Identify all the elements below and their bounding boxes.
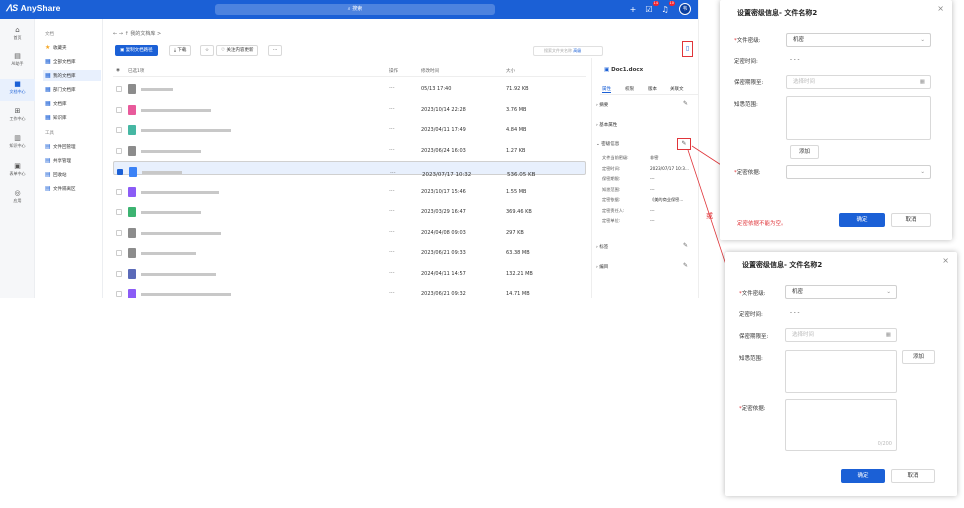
dialog-title: 设置密级信息- 文件名称2 (742, 261, 823, 269)
char-counter: 0/200 (877, 441, 892, 447)
level-label: *文件密级: (734, 38, 761, 44)
close-icon[interactable]: × (937, 4, 944, 13)
scope-textarea[interactable] (785, 350, 897, 393)
calendar-icon: ▦ (885, 332, 891, 338)
basis-label: *定密依据: (734, 170, 761, 176)
confirm-button[interactable]: 确定 (839, 213, 885, 227)
security-dialog-1: 设置密级信息- 文件名称2 × *文件密级: 机密 ⌄ 定密时间: - - - 保… (720, 0, 952, 240)
add-scope-button[interactable]: 添加 (902, 350, 935, 364)
chevron-down-icon: ⌄ (886, 289, 891, 295)
basis-label: *定密依据: (739, 406, 766, 412)
time-value: - - - (790, 57, 800, 63)
calendar-icon: ▦ (919, 79, 925, 85)
scope-label: 知悉范围: (734, 102, 758, 108)
close-icon[interactable]: × (942, 256, 949, 265)
or-annotation: 或 (706, 212, 713, 220)
add-scope-button[interactable]: 添加 (790, 145, 819, 159)
time-label: 定密时间: (734, 59, 758, 65)
period-date-input[interactable]: 选择时间 ▦ (786, 75, 931, 89)
basis-select[interactable]: ⌄ (786, 165, 931, 179)
time-value: - - - (790, 310, 800, 316)
security-dialog-2: 设置密级信息- 文件名称2 × *文件密级: 机密 ⌄ 定密时间: - - - 保… (725, 252, 957, 496)
scope-label: 知悉范围: (739, 356, 763, 362)
level-select[interactable]: 机密 ⌄ (785, 285, 897, 299)
level-select[interactable]: 机密 ⌄ (786, 33, 931, 47)
level-label: *文件密级: (739, 291, 766, 297)
chevron-down-icon: ⌄ (920, 169, 925, 175)
scope-textarea[interactable] (786, 96, 931, 140)
period-date-input[interactable]: 选择时间 ▦ (785, 328, 897, 342)
basis-error: 定密依据不能为空。 (737, 221, 787, 227)
basis-textarea[interactable]: 0/200 (785, 399, 897, 451)
chevron-down-icon: ⌄ (920, 37, 925, 43)
period-label: 保密期限至: (734, 80, 764, 86)
cancel-button[interactable]: 取消 (891, 213, 931, 227)
dialog-title: 设置密级信息- 文件名称2 (737, 9, 818, 17)
time-label: 定密时间: (739, 312, 763, 318)
confirm-button[interactable]: 确定 (841, 469, 885, 483)
period-label: 保密期限至: (739, 334, 769, 340)
cancel-button[interactable]: 取消 (891, 469, 935, 483)
